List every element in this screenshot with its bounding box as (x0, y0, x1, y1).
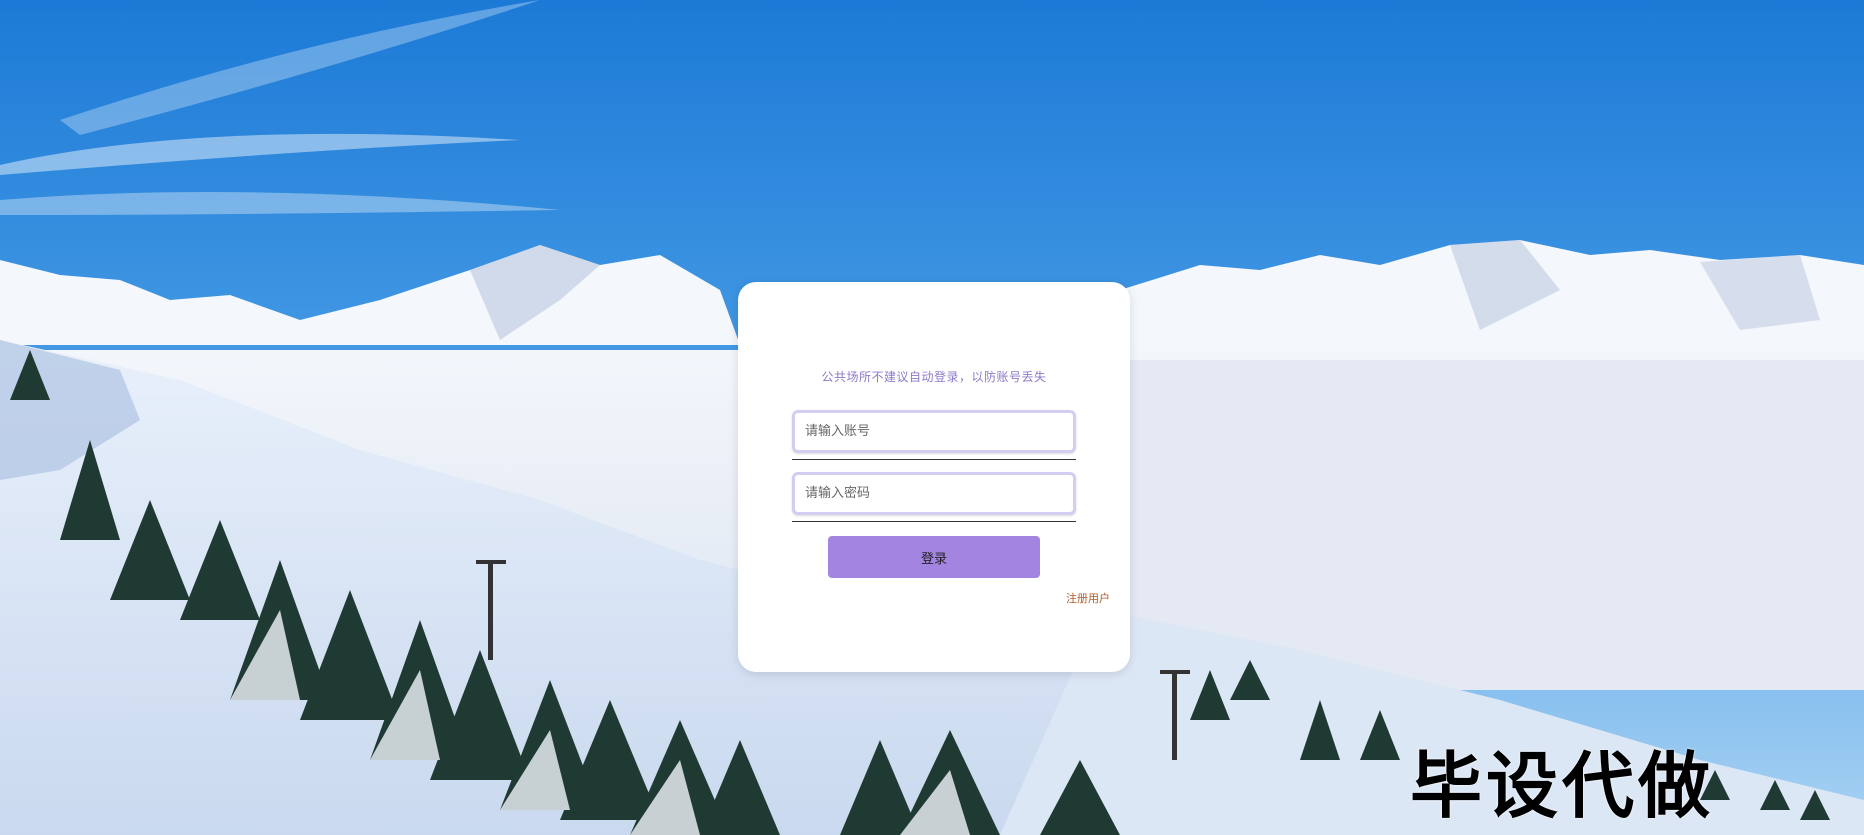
username-input[interactable] (792, 410, 1076, 453)
watermark-text: 毕设代做 (1410, 744, 1715, 828)
login-tip: 公共场所不建议自动登录，以防账号丢失 (821, 370, 1047, 384)
password-input[interactable] (792, 472, 1076, 515)
login-button[interactable]: 登录 (828, 536, 1040, 578)
register-link[interactable]: 注册用户 (1066, 590, 1110, 606)
login-page: 公共场所不建议自动登录，以防账号丢失 登录 注册用户 毕设代做 (0, 0, 1864, 835)
password-field-group (792, 472, 1076, 522)
username-underline (792, 459, 1076, 460)
username-field-group (792, 410, 1076, 460)
login-card: 公共场所不建议自动登录，以防账号丢失 登录 注册用户 (738, 282, 1130, 672)
password-underline (792, 521, 1076, 522)
